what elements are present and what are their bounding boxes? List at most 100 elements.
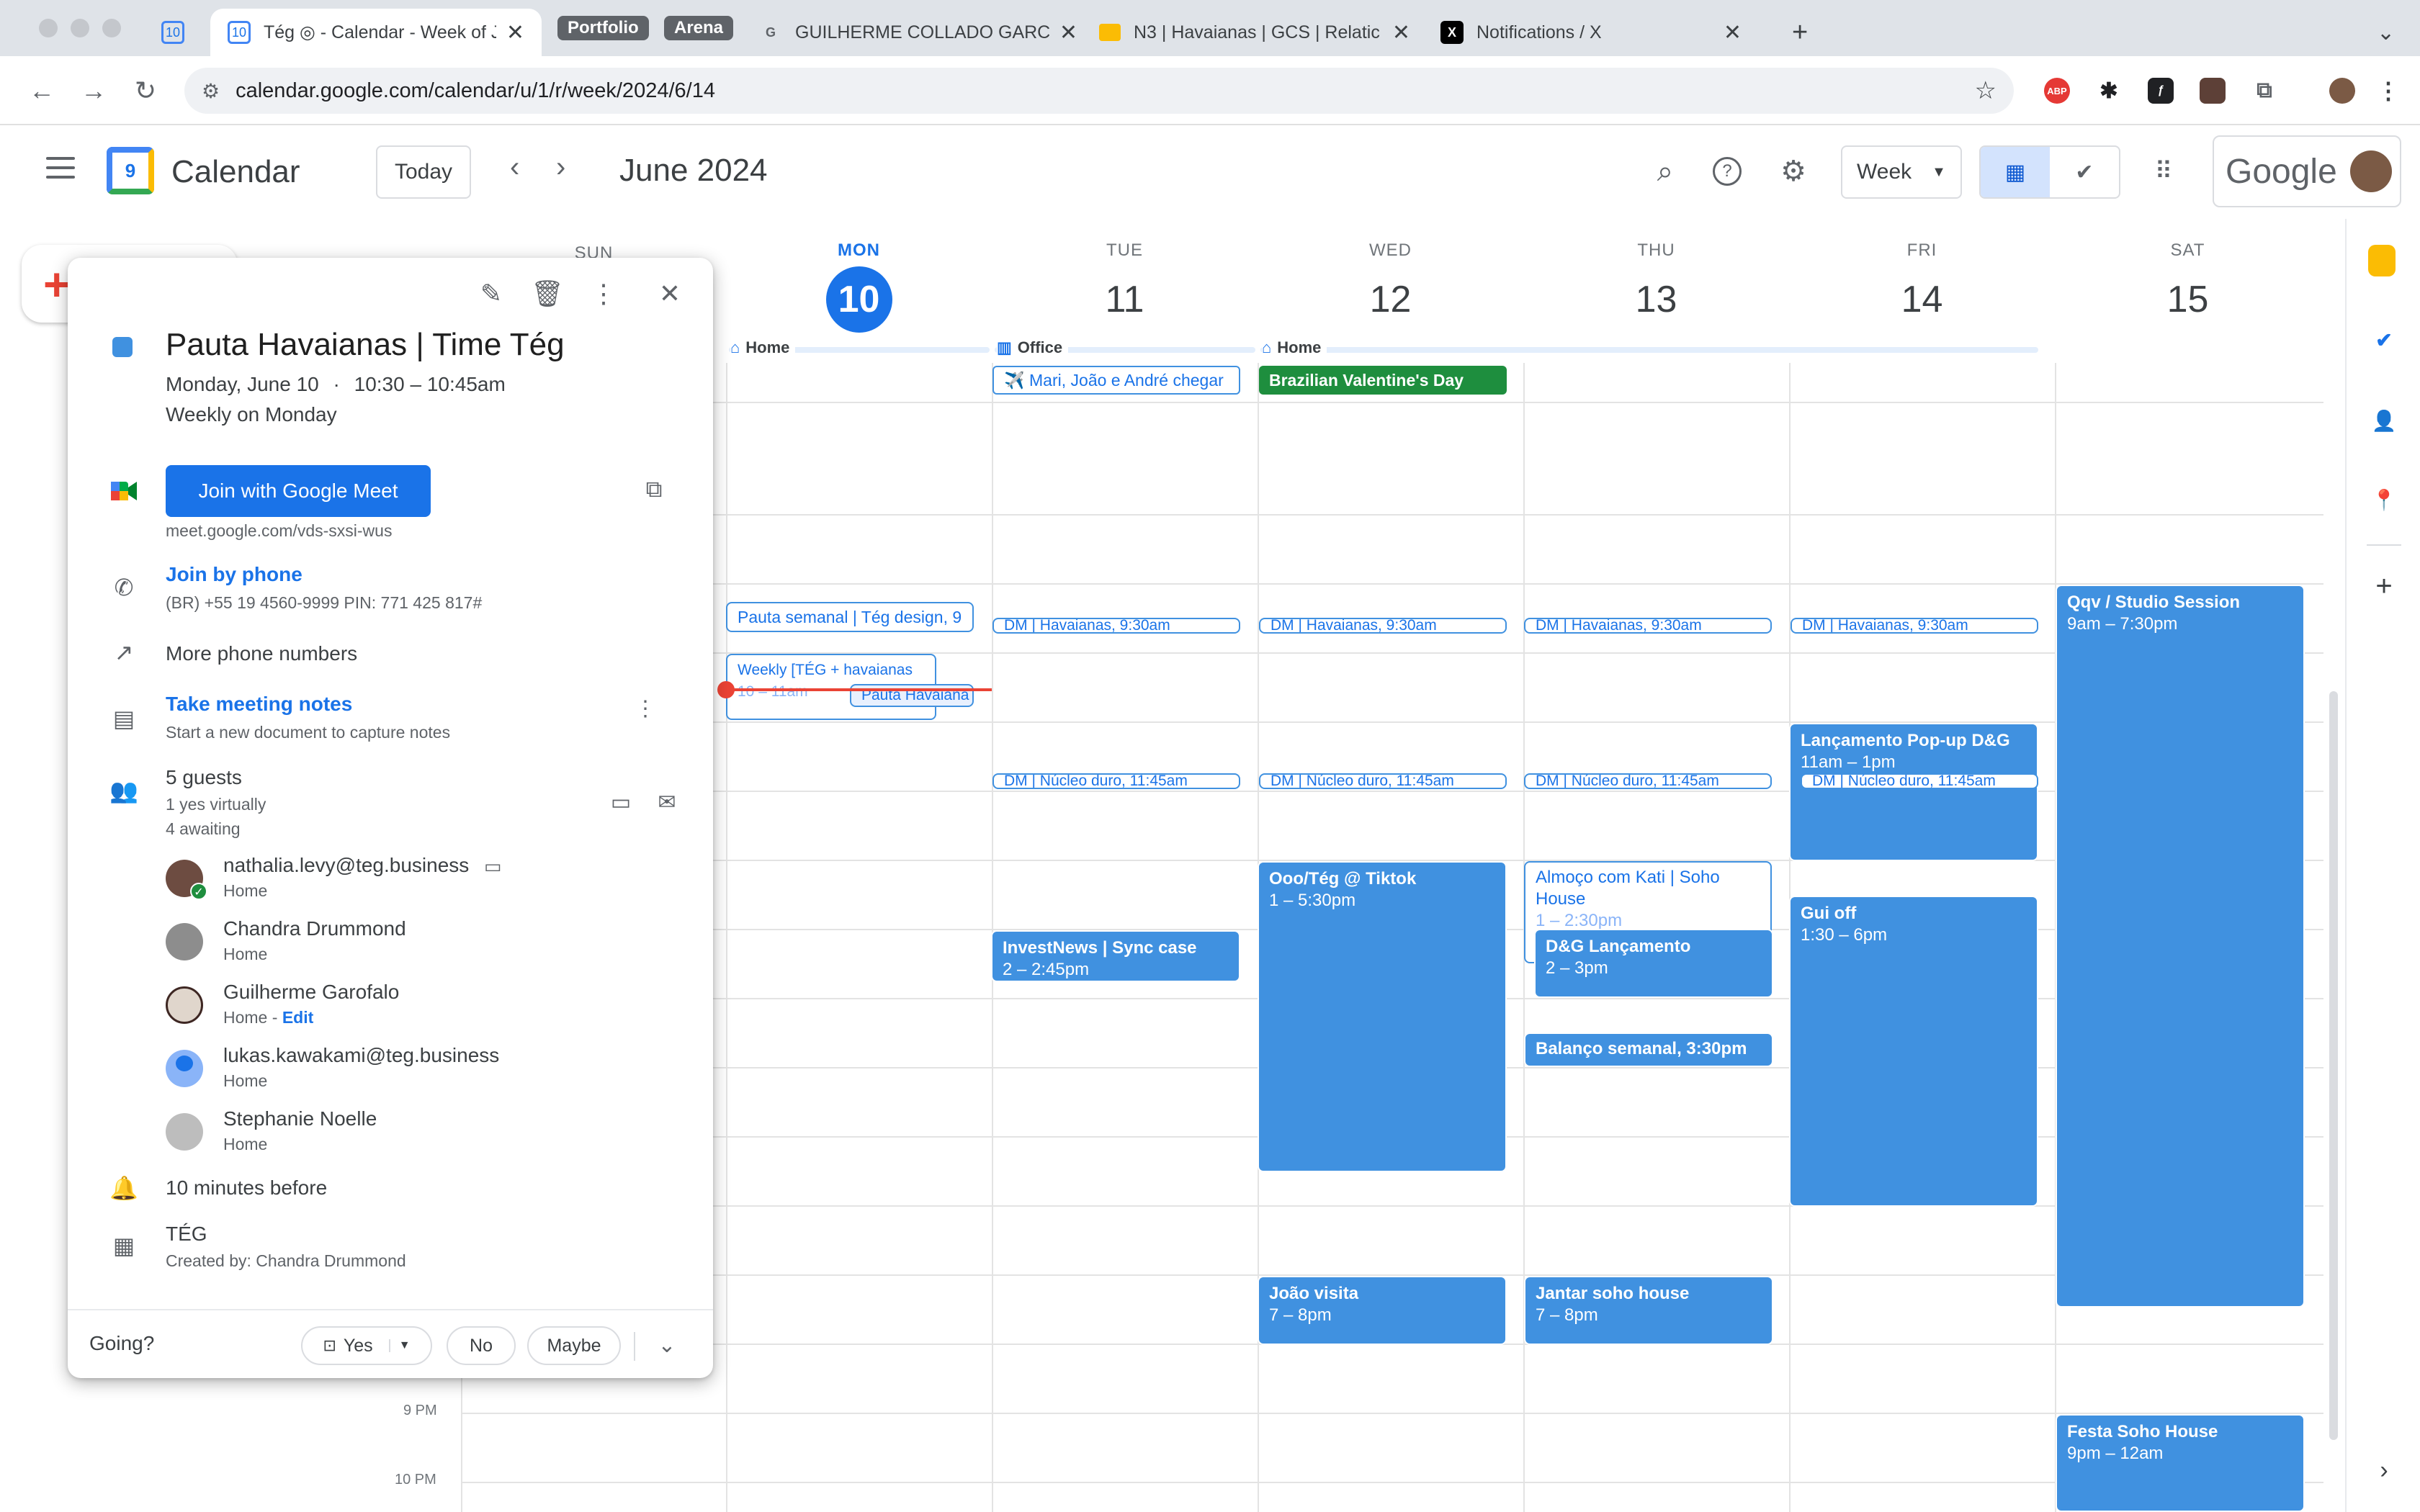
browser-tab-slides[interactable]: N3 | Havaianas | GCS | Relatic ✕ <box>1082 9 1428 56</box>
day-header-mon[interactable]: MON 10 <box>726 240 992 333</box>
notes-options-button[interactable]: ⋮ <box>625 688 666 729</box>
copy-meet-link-button[interactable]: ⧉ <box>634 469 674 510</box>
email-guests-button[interactable]: ✉ <box>647 782 687 822</box>
more-phone-numbers-link[interactable]: More phone numbers <box>166 642 357 665</box>
event-qqv-studio-session[interactable]: Qqv / Studio Session 9am – 7:30pm <box>2056 585 2305 1308</box>
grid-scrollbar[interactable] <box>2329 691 2338 1440</box>
extension-script-icon[interactable]: ƒ <box>2148 78 2174 104</box>
event-dm-nucleo-tue[interactable]: DM | Núcleo duro, 11:45am <box>992 773 1240 789</box>
day-header-sat[interactable]: SAT 15 <box>2055 240 2321 333</box>
event-festa-soho-house[interactable]: Festa Soho House 9pm – 12am <box>2056 1414 2305 1512</box>
event-ooo-teg-tiktok[interactable]: Ooo/Tég @ Tiktok 1 – 5:30pm <box>1258 861 1507 1172</box>
join-google-meet-button[interactable]: Join with Google Meet <box>166 465 431 517</box>
close-tab-icon[interactable]: ✕ <box>506 20 524 45</box>
add-addon-icon[interactable]: + <box>2368 570 2400 602</box>
expand-panel-icon[interactable]: › <box>2368 1454 2400 1486</box>
take-meeting-notes-link[interactable]: Take meeting notes <box>166 693 352 716</box>
view-switcher[interactable]: Week ▼ <box>1841 145 1962 199</box>
event-dg-lancamento[interactable]: D&G Lançamento 2 – 3pm <box>1534 929 1773 998</box>
event-dm-havaianas-fri[interactable]: DM | Havaianas, 9:30am <box>1791 618 2038 634</box>
calendar-view-toggle[interactable]: ▦ <box>1981 147 2050 197</box>
expand-rsvp-options-button[interactable]: ⌄ <box>647 1325 687 1365</box>
close-tab-icon[interactable]: ✕ <box>1724 20 1742 45</box>
caret-down-icon[interactable]: ▼ <box>388 1339 411 1352</box>
day-header-thu[interactable]: THU 13 <box>1523 240 1789 333</box>
join-by-phone-link[interactable]: Join by phone <box>166 563 302 586</box>
day-header-fri[interactable]: FRI 14 <box>1789 240 2055 333</box>
google-account-button[interactable]: Google <box>2213 135 2401 207</box>
rsvp-yes-button[interactable]: ⊡ Yes ▼ <box>301 1326 432 1365</box>
edit-event-button[interactable]: ✎ <box>471 274 511 314</box>
close-tab-icon[interactable]: ✕ <box>1392 20 1410 45</box>
event-dm-havaianas-tue[interactable]: DM | Havaianas, 9:30am <box>992 618 1240 634</box>
rsvp-no-button[interactable]: No <box>447 1326 516 1365</box>
guest-row[interactable]: Guilherme Garofalo Home - Edit <box>166 981 684 1038</box>
browser-tab-x-notifications[interactable]: X Notifications / X ✕ <box>1423 9 1759 56</box>
day-header-wed[interactable]: WED 12 <box>1258 240 1523 333</box>
contacts-icon[interactable]: 👤 <box>2368 405 2400 436</box>
browser-tab-calendar-active[interactable]: 10 Tég ◎ - Calendar - Week of J ✕ <box>210 9 542 56</box>
guest-row[interactable]: Stephanie Noelle Home <box>166 1107 684 1165</box>
tab-group-portfolio[interactable]: Portfolio <box>557 16 649 40</box>
adblock-extension-icon[interactable]: ABP <box>2044 78 2070 104</box>
working-location-wed[interactable]: ⌂ Home <box>1262 338 1327 356</box>
calendar-logo[interactable]: 9 <box>107 147 154 194</box>
extensions-puzzle-icon[interactable]: ⧉ <box>2251 78 2277 104</box>
browser-tab-calendar-pinned[interactable]: 10 <box>144 9 209 56</box>
rsvp-maybe-button[interactable]: Maybe <box>527 1326 621 1365</box>
settings-button[interactable]: ⚙ <box>1773 151 1814 192</box>
extension-grid-icon[interactable] <box>2200 78 2226 104</box>
day-header-tue[interactable]: TUE 11 <box>992 240 1258 333</box>
all-day-event-valentines[interactable]: Brazilian Valentine's Day <box>1259 366 1507 395</box>
edit-location-link[interactable]: Edit <box>282 1008 313 1027</box>
window-minimize-button[interactable] <box>71 19 89 37</box>
event-dm-nucleo-fri[interactable]: DM | Núcleo duro, 11:45am <box>1801 773 2038 789</box>
event-balanco-semanal[interactable]: Balanço semanal, 3:30pm <box>1524 1032 1773 1067</box>
delete-event-button[interactable]: 🗑 <box>527 274 568 314</box>
tab-group-arena[interactable]: Arena <box>664 16 734 40</box>
help-button[interactable]: ? <box>1707 151 1747 192</box>
search-button[interactable]: ⌕ <box>1645 151 1685 192</box>
forward-button[interactable]: → <box>76 73 111 108</box>
event-investnews-sync[interactable]: InvestNews | Sync case 2 – 2:45pm <box>991 930 1240 982</box>
new-tab-button[interactable]: + <box>1775 9 1832 56</box>
google-apps-button[interactable]: ⠿ <box>2143 151 2184 192</box>
guest-row[interactable]: ✓ nathalia.levy@teg.business ▭ Home <box>166 854 684 912</box>
reload-button[interactable]: ↻ <box>128 73 163 108</box>
window-zoom-button[interactable] <box>102 19 121 37</box>
guest-row[interactable]: Chandra Drummond Home <box>166 917 684 975</box>
site-settings-icon[interactable]: ⚙ <box>202 79 220 103</box>
all-day-event-arrival[interactable]: ✈️ Mari, João e André chegar <box>992 366 1240 395</box>
event-dm-nucleo-thu[interactable]: DM | Núcleo duro, 11:45am <box>1524 773 1772 789</box>
window-close-button[interactable] <box>39 19 58 37</box>
event-pauta-semanal[interactable]: Pauta semanal | Tég design, 9 <box>726 602 974 632</box>
event-dm-havaianas-thu[interactable]: DM | Havaianas, 9:30am <box>1524 618 1772 634</box>
close-popover-button[interactable]: ✕ <box>650 274 690 314</box>
guest-row[interactable]: lukas.kawakami@teg.business Home <box>166 1044 684 1102</box>
working-location-tue[interactable]: ▥ Office <box>997 338 1069 356</box>
event-lancamento-popup-dg[interactable]: Lançamento Pop-up D&G 11am – 1pm <box>1789 723 2038 861</box>
working-location-mon[interactable]: ⌂ Home <box>730 338 796 356</box>
address-bar[interactable]: ⚙ calendar.google.com/calendar/u/1/r/wee… <box>184 68 2014 114</box>
browser-tab-profile[interactable]: G GUILHERME COLLADO GARC ✕ <box>742 9 1095 56</box>
today-button[interactable]: Today <box>376 145 471 199</box>
event-dm-havaianas-wed[interactable]: DM | Havaianas, 9:30am <box>1259 618 1507 634</box>
next-week-button[interactable]: › <box>556 151 565 184</box>
back-button[interactable]: ← <box>24 73 59 108</box>
main-menu-button[interactable] <box>46 157 75 186</box>
event-jantar-soho-house[interactable]: Jantar soho house 7 – 8pm <box>1524 1276 1773 1345</box>
close-tab-icon[interactable]: ✕ <box>1059 20 1077 45</box>
event-dm-nucleo-wed[interactable]: DM | Núcleo duro, 11:45am <box>1259 773 1507 789</box>
maps-icon[interactable]: 📍 <box>2368 484 2400 516</box>
bookmark-star-icon[interactable]: ☆ <box>1975 76 1996 105</box>
tab-search-button[interactable]: ⌄ <box>2370 9 2413 56</box>
keep-icon[interactable] <box>2368 245 2396 276</box>
tasks-icon[interactable]: ✔ <box>2368 324 2400 356</box>
event-options-button[interactable]: ⋮ <box>583 274 624 314</box>
chat-with-guests-button[interactable]: ▭ <box>601 782 641 822</box>
event-gui-off[interactable]: Gui off 1:30 – 6pm <box>1789 896 2038 1207</box>
extension-asterisk-icon[interactable]: ✱ <box>2096 78 2122 104</box>
tasks-view-toggle[interactable]: ✔ <box>2050 147 2119 197</box>
event-pauta-havaianas-selected[interactable]: Pauta Havaiana <box>850 684 974 707</box>
event-joao-visita[interactable]: João visita 7 – 8pm <box>1258 1276 1507 1345</box>
